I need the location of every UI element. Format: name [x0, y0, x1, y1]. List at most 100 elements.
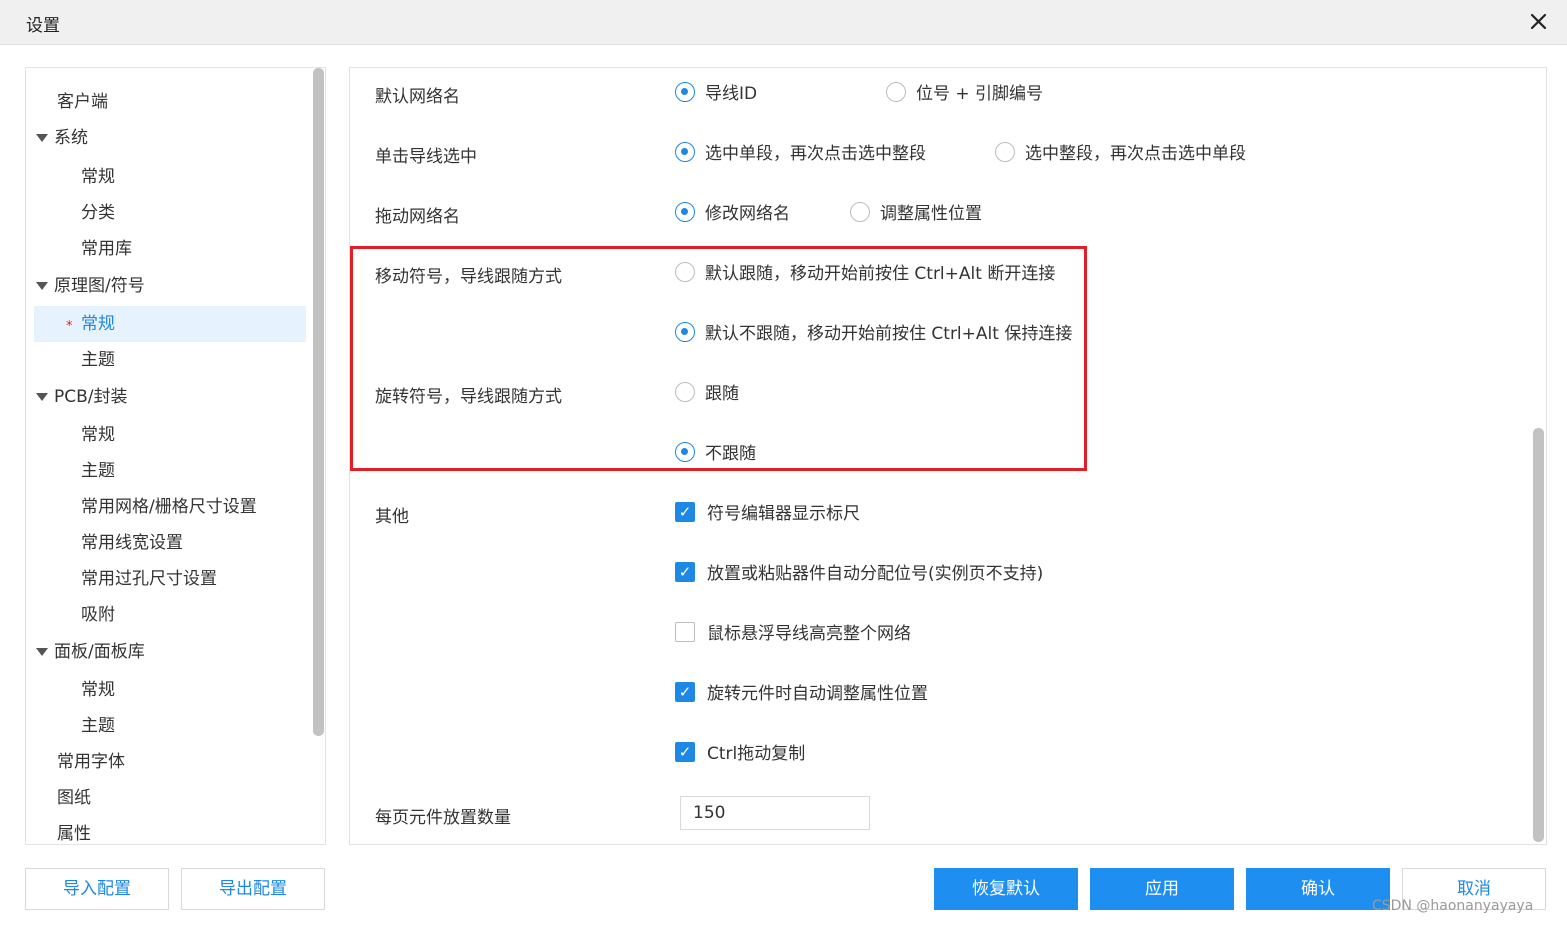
radio-default-follow[interactable]: 默认跟随，移动开始前按住 Ctrl+Alt 断开连接: [675, 261, 1055, 287]
nav-item-fonts[interactable]: 常用字体: [57, 747, 125, 777]
checkbox-label: 鼠标悬浮导线高亮整个网络: [707, 624, 911, 644]
radio-button[interactable]: [675, 442, 695, 462]
checkbox-rotate-adjust-attr[interactable]: ✓ 旋转元件时自动调整属性位置: [675, 681, 928, 707]
nav-item-label: PCB/封装: [54, 387, 128, 407]
radio-select-whole-first[interactable]: 选中整段，再次点击选中单段: [995, 141, 1246, 167]
nav-item-system-library[interactable]: 常用库: [81, 234, 132, 264]
checkbox-label: 放置或粘贴器件自动分配位号(实例页不支持): [707, 564, 1044, 584]
checkbox[interactable]: ✓: [675, 502, 695, 522]
nav-item-label: 常用网格/栅格尺寸设置: [81, 497, 257, 517]
setting-label-move-symbol-follow: 移动符号，导线跟随方式: [375, 267, 562, 287]
nav-item-label: 原理图/符号: [54, 276, 145, 296]
setting-label-rotate-symbol-follow: 旋转符号，导线跟随方式: [375, 387, 562, 407]
nav-item-label: 客户端: [57, 92, 108, 112]
nav-item-system-general[interactable]: 常规: [81, 162, 115, 192]
radio-adjust-attr-position[interactable]: 调整属性位置: [850, 201, 982, 227]
checkbox-hover-highlight-net[interactable]: 鼠标悬浮导线高亮整个网络: [675, 621, 911, 647]
nav-item-properties[interactable]: 属性: [57, 819, 91, 844]
nav-item-label: 常规: [81, 167, 115, 187]
collapse-triangle-icon[interactable]: [36, 648, 48, 656]
radio-button[interactable]: [675, 142, 695, 162]
nav-item-system-category[interactable]: 分类: [81, 198, 115, 228]
radio-label: 选中单段，再次点击选中整段: [705, 144, 926, 164]
nav-item-label: 分类: [81, 203, 115, 223]
radio-button[interactable]: [675, 262, 695, 282]
nav-item-pcb-via[interactable]: 常用过孔尺寸设置: [81, 564, 217, 594]
radio-button[interactable]: [675, 82, 695, 102]
nav-item-schematic-general[interactable]: 常规: [81, 309, 115, 339]
close-icon[interactable]: [1526, 6, 1552, 36]
nav-item-label: 主题: [81, 716, 115, 736]
radio-button[interactable]: [675, 202, 695, 222]
nav-scrollbar[interactable]: [313, 68, 324, 736]
nav-selected-highlight: [34, 306, 306, 342]
confirm-button[interactable]: 确认: [1246, 868, 1390, 910]
checkbox[interactable]: ✓: [675, 742, 695, 762]
checkbox[interactable]: [675, 622, 695, 642]
radio-button[interactable]: [886, 82, 906, 102]
radio-default-not-follow[interactable]: 默认不跟随，移动开始前按住 Ctrl+Alt 保持连接: [675, 321, 1072, 347]
nav-item-panel-general[interactable]: 常规: [81, 675, 115, 705]
setting-label-parts-per-page: 每页元件放置数量: [375, 808, 511, 828]
nav-item-pcb-snap[interactable]: 吸附: [81, 600, 115, 630]
radio-select-segment-first[interactable]: 选中单段，再次点击选中整段: [675, 141, 926, 167]
nav-item-label: 系统: [54, 128, 88, 148]
setting-label-default-net-name: 默认网络名: [375, 87, 460, 107]
nav-item-label: 常用库: [81, 239, 132, 259]
radio-rotate-not-follow[interactable]: 不跟随: [675, 441, 756, 467]
radio-label: 跟随: [705, 384, 739, 404]
nav-item-pcb-linewidth[interactable]: 常用线宽设置: [81, 528, 183, 558]
nav-item-pcb-general[interactable]: 常规: [81, 420, 115, 450]
nav-item-schematic-theme[interactable]: 主题: [81, 345, 115, 375]
radio-button[interactable]: [675, 382, 695, 402]
window-title: 设置: [26, 16, 60, 36]
nav-item-label: 常规: [81, 314, 115, 334]
nav-item-label: 常规: [81, 680, 115, 700]
radio-rotate-follow[interactable]: 跟随: [675, 381, 739, 407]
settings-panel: 默认网络名 导线ID 位号 + 引脚编号 单击导线选中 选中单段，再次点击选中整…: [349, 67, 1547, 845]
nav-item-sheet[interactable]: 图纸: [57, 783, 91, 813]
collapse-triangle-icon[interactable]: [36, 134, 48, 142]
apply-button[interactable]: 应用: [1090, 868, 1234, 910]
checkbox-auto-designator[interactable]: ✓ 放置或粘贴器件自动分配位号(实例页不支持): [675, 561, 1043, 587]
nav-item-pcb-grid[interactable]: 常用网格/栅格尺寸设置: [81, 492, 257, 522]
radio-button[interactable]: [995, 142, 1015, 162]
radio-button[interactable]: [675, 322, 695, 342]
nav-item-label: 吸附: [81, 605, 115, 625]
nav-group-panel[interactable]: 面板/面板库: [26, 637, 306, 667]
radio-label: 调整属性位置: [880, 204, 982, 224]
nav-item-pcb-theme[interactable]: 主题: [81, 456, 115, 486]
radio-label: 位号 + 引脚编号: [916, 84, 1044, 104]
checkbox[interactable]: ✓: [675, 562, 695, 582]
setting-label-drag-net-name: 拖动网络名: [375, 207, 460, 227]
restore-default-button[interactable]: 恢复默认: [934, 868, 1078, 910]
nav-group-schematic[interactable]: 原理图/符号: [26, 271, 306, 301]
collapse-triangle-icon[interactable]: [36, 282, 48, 290]
nav-item-label: 主题: [81, 461, 115, 481]
parts-per-page-input[interactable]: [680, 796, 870, 830]
export-config-button[interactable]: 导出配置: [181, 868, 325, 910]
radio-button[interactable]: [850, 202, 870, 222]
title-bar: 设置: [0, 0, 1567, 45]
radio-label: 选中整段，再次点击选中单段: [1025, 144, 1246, 164]
radio-modify-net-name[interactable]: 修改网络名: [675, 201, 790, 227]
radio-designator-pin[interactable]: 位号 + 引脚编号: [886, 81, 1043, 107]
checkbox-label: Ctrl拖动复制: [707, 744, 806, 764]
watermark: CSDN @haonanyayaya: [1372, 898, 1534, 914]
nav-group-system[interactable]: 系统: [26, 123, 306, 153]
nav-item-client[interactable]: 客户端: [57, 87, 108, 117]
radio-label: 导线ID: [705, 84, 758, 104]
checkbox-show-ruler[interactable]: ✓ 符号编辑器显示标尺: [675, 501, 860, 527]
modified-marker: *: [66, 319, 73, 334]
import-config-button[interactable]: 导入配置: [25, 868, 169, 910]
checkbox[interactable]: ✓: [675, 682, 695, 702]
nav-group-pcb[interactable]: PCB/封装: [26, 382, 306, 412]
collapse-triangle-icon[interactable]: [36, 393, 48, 401]
checkbox-ctrl-drag-copy[interactable]: ✓ Ctrl拖动复制: [675, 741, 805, 767]
nav-item-label: 常用过孔尺寸设置: [81, 569, 217, 589]
radio-wire-id[interactable]: 导线ID: [675, 81, 757, 107]
nav-item-label: 常用线宽设置: [81, 533, 183, 553]
nav-item-panel-theme[interactable]: 主题: [81, 711, 115, 741]
panel-scrollbar[interactable]: [1533, 428, 1544, 842]
settings-nav: 客户端 系统 常规 分类 常用库 原理图/符号 常规 * 主题 PCB/封装 常…: [25, 67, 326, 845]
